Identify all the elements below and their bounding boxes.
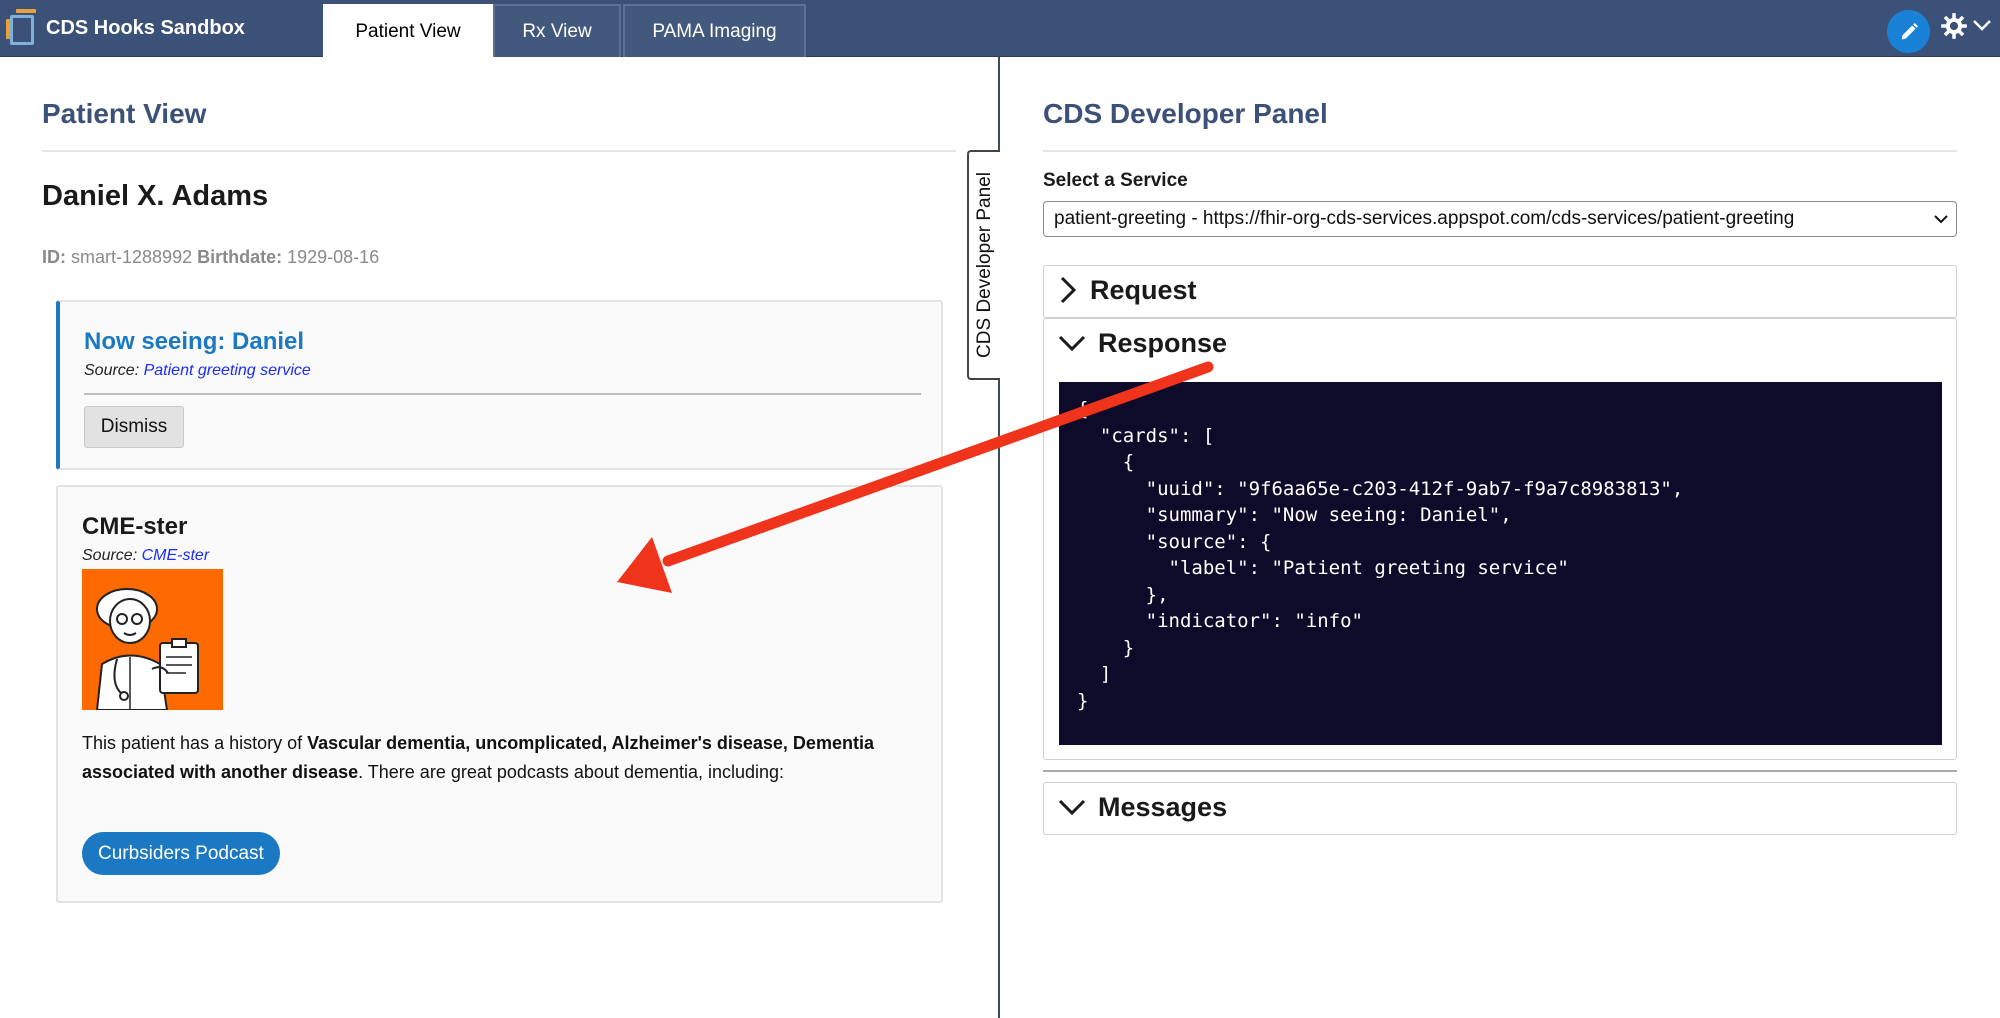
- gear-icon[interactable]: [1940, 12, 1968, 40]
- messages-label: Messages: [1098, 791, 1228, 822]
- greeting-card-title: Now seeing: Daniel: [84, 328, 305, 355]
- cme-card-source: Source: CME-ster: [82, 547, 209, 565]
- request-section: Request: [1043, 265, 1957, 318]
- cme-source-link[interactable]: CME-ster: [142, 547, 210, 564]
- patient-meta: ID: smart-1288992 Birthdate: 1929-08-16: [42, 247, 379, 268]
- source-label: Source:: [82, 547, 138, 564]
- cme-text-part: . There are great podcasts about dementi…: [358, 762, 785, 782]
- pencil-icon: [1901, 22, 1918, 39]
- patient-birthdate: 1929-08-16: [287, 247, 380, 267]
- chevron-right-icon: [1060, 276, 1077, 304]
- top-nav: CDS Hooks Sandbox Patient View Rx View P…: [0, 0, 2000, 57]
- chevron-down-icon: [1058, 799, 1086, 816]
- cme-card-text: This patient has a history of Vascular d…: [82, 729, 902, 787]
- divider: [42, 150, 956, 152]
- cme-card: CME-ster Source: CME-ster This patient h…: [56, 485, 943, 903]
- patient-id: smart-1288992: [71, 247, 193, 267]
- request-toggle[interactable]: Request: [1058, 266, 1197, 314]
- developer-panel-title: CDS Developer Panel: [1043, 98, 1328, 129]
- edit-button[interactable]: [1887, 10, 1930, 53]
- tab-pama-imaging[interactable]: PAMA Imaging: [623, 4, 806, 57]
- tab-patient-view[interactable]: Patient View: [323, 4, 493, 57]
- dismiss-button[interactable]: Dismiss: [84, 406, 184, 448]
- developer-panel-toggle-label: CDS Developer Panel: [973, 172, 995, 358]
- greeting-source-link[interactable]: Patient greeting service: [144, 362, 311, 379]
- cme-ster-logo: [82, 569, 223, 710]
- response-label: Response: [1098, 327, 1228, 358]
- brand[interactable]: CDS Hooks Sandbox: [6, 0, 245, 57]
- divider: [84, 393, 921, 395]
- response-section: Response { "cards": [ { "uuid": "9f6aa65…: [1043, 318, 1957, 760]
- service-select[interactable]: patient-greeting - https://fhir-org-cds-…: [1043, 201, 1957, 237]
- chevron-down-icon: [1934, 215, 1948, 224]
- divider: [1043, 150, 1957, 152]
- request-label: Request: [1090, 274, 1197, 305]
- patient-name: Daniel X. Adams: [42, 180, 269, 212]
- select-service-label: Select a Service: [1043, 170, 1188, 191]
- chevron-down-icon[interactable]: [1972, 18, 1992, 32]
- response-toggle[interactable]: Response: [1058, 319, 1227, 367]
- divider: [1043, 770, 1957, 772]
- source-label: Source:: [84, 362, 140, 379]
- response-json[interactable]: { "cards": [ { "uuid": "9f6aa65e-c203-41…: [1059, 382, 1942, 745]
- messages-section: Messages: [1043, 782, 1957, 835]
- chevron-down-icon: [1058, 335, 1086, 352]
- patient-view-title: Patient View: [42, 98, 207, 129]
- sandbox-logo-icon: [6, 8, 36, 49]
- doctor-illustration-icon: [82, 569, 223, 710]
- tab-rx-view[interactable]: Rx View: [493, 4, 621, 57]
- messages-toggle[interactable]: Messages: [1058, 783, 1227, 831]
- selected-service: patient-greeting - https://fhir-org-cds-…: [1054, 208, 1795, 229]
- greeting-card-source: Source: Patient greeting service: [84, 362, 311, 380]
- birthdate-label: Birthdate:: [197, 247, 283, 267]
- curbsiders-podcast-button[interactable]: Curbsiders Podcast: [82, 832, 280, 875]
- cme-text-part: This patient has a history of: [82, 733, 308, 753]
- cme-card-title: CME-ster: [82, 513, 188, 540]
- developer-panel-toggle[interactable]: CDS Developer Panel: [967, 150, 1000, 380]
- id-label: ID:: [42, 247, 66, 267]
- greeting-card: Now seeing: Daniel Source: Patient greet…: [56, 300, 943, 470]
- brand-title: CDS Hooks Sandbox: [46, 17, 245, 39]
